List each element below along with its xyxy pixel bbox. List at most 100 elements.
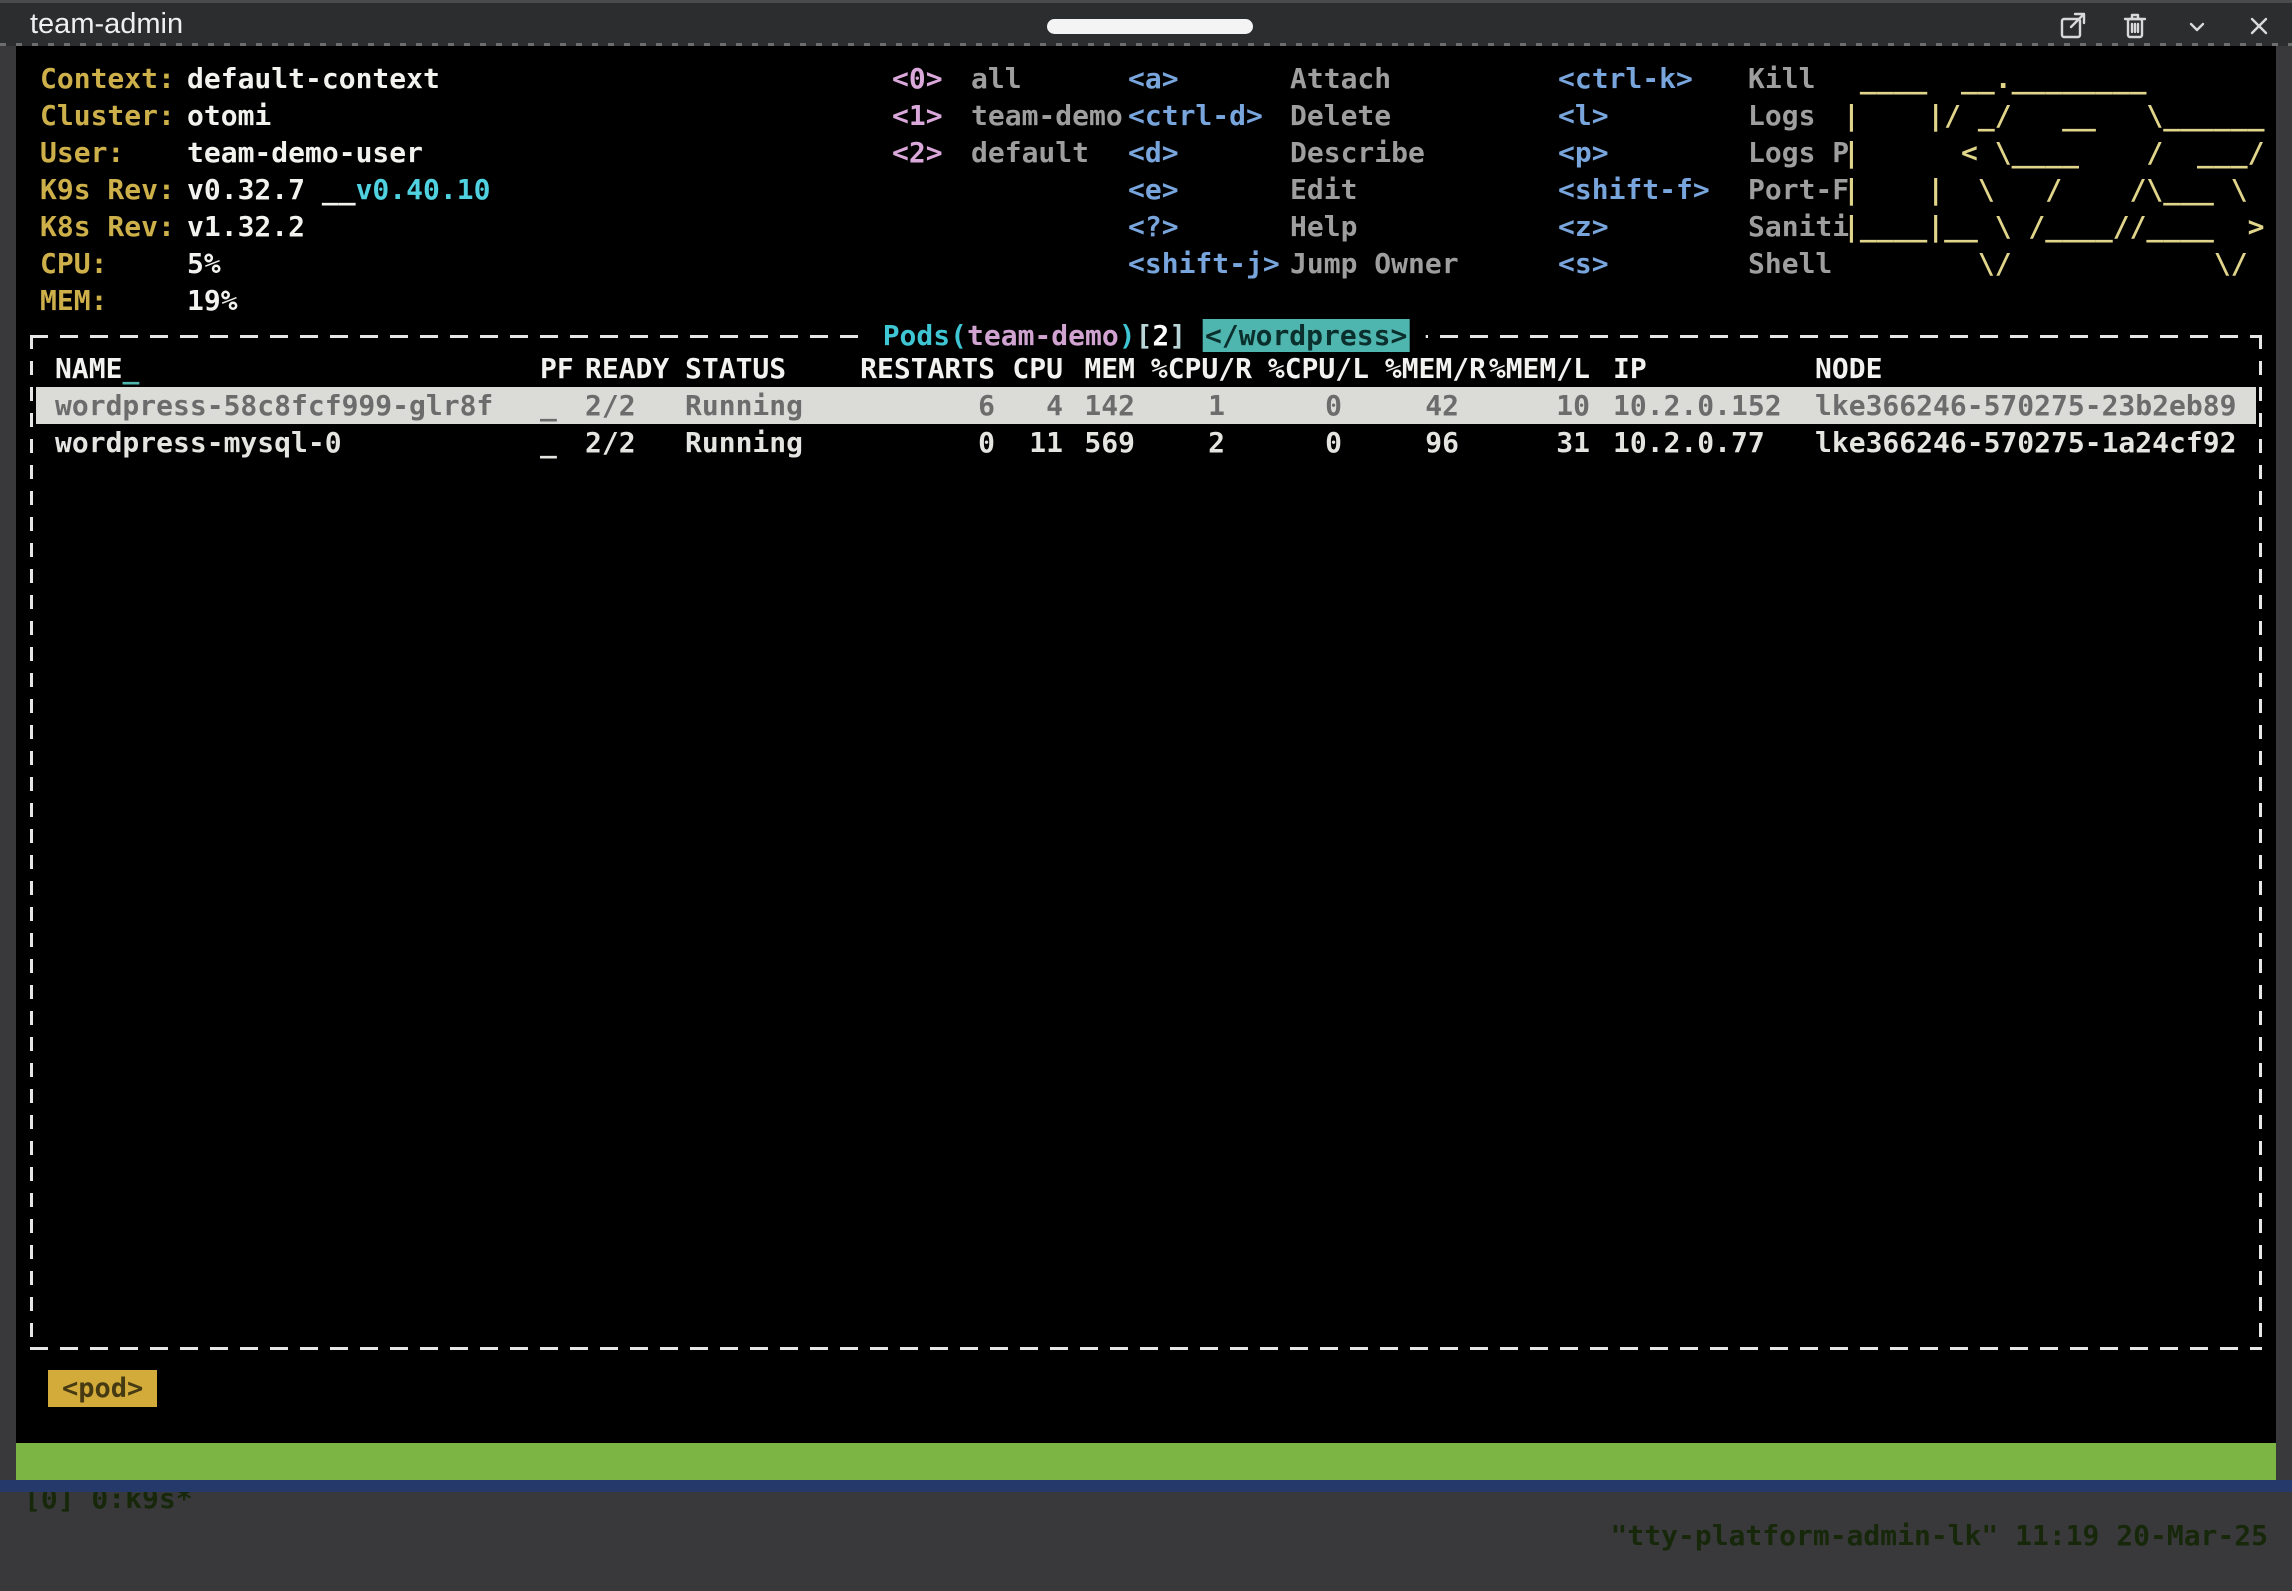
column-header-ready[interactable]: READY (585, 350, 685, 387)
trash-icon[interactable] (2118, 9, 2152, 43)
column-header-pf[interactable]: PF (540, 350, 585, 387)
pod-status: Running (685, 387, 845, 424)
cluster-info: Context:default-context Cluster:otomi Us… (40, 60, 490, 319)
window-titlebar[interactable]: team-admin (0, 0, 2292, 46)
close-icon[interactable] (2242, 9, 2276, 43)
hotkey-key: <p> (1558, 134, 1748, 171)
info-context: Context:default-context (40, 60, 490, 97)
hotkey-key: <ctrl-d> (1128, 97, 1290, 134)
table-header-row: NAME_ PF READY STATUS RESTARTS CPU MEM %… (36, 350, 2256, 387)
column-header-cpu[interactable]: CPU (995, 350, 1063, 387)
breadcrumb-pod: <pod> (48, 1370, 157, 1407)
column-header-cpu-r[interactable]: %CPU/R (1135, 350, 1252, 387)
pod-node: lke366246-570275-1a24cf92 (1815, 424, 2242, 461)
info-cluster: Cluster:otomi (40, 97, 490, 134)
hotkey-label: default (971, 136, 1089, 169)
hotkey-label: Edit (1290, 173, 1357, 206)
pod-ip: 10.2.0.152 (1590, 387, 1815, 424)
hotkey-label: Describe (1290, 136, 1425, 169)
pods-panel: Pods(team-demo)[2] </wordpress> NAME_ PF… (30, 335, 2262, 1350)
hotkey-label: Saniti (1748, 210, 1849, 243)
column-header-status[interactable]: STATUS (685, 350, 845, 387)
info-label: MEM: (40, 282, 187, 319)
info-mem: MEM:19% (40, 282, 490, 319)
column-header-restarts[interactable]: RESTARTS (845, 350, 995, 387)
hotkey-key: <0> (892, 60, 971, 97)
resource-name: Pods (883, 319, 950, 352)
pod-count: 2 (1152, 319, 1169, 352)
hotkey-logs-previous: <p>Logs P (1558, 134, 1849, 171)
info-label: K8s Rev: (40, 208, 187, 245)
pod-ready: 2/2 (585, 424, 685, 461)
info-label: Cluster: (40, 97, 187, 134)
pod-mem-l: 31 (1486, 424, 1590, 461)
info-cpu: CPU:5% (40, 245, 490, 282)
k9s-logo: ____ __.________ | |/ _/ __ \______ | < … (1843, 60, 2264, 282)
info-user: User:team-demo-user (40, 134, 490, 171)
action-hotkeys-1: <a>Attach <ctrl-d>Delete <d>Describe <e>… (1128, 60, 1459, 282)
pod-pf: _ (540, 424, 585, 461)
column-header-mem[interactable]: MEM (1063, 350, 1135, 387)
hotkey-kill: <ctrl-k>Kill (1558, 60, 1849, 97)
pod-ready: 2/2 (585, 387, 685, 424)
pod-status: Running (685, 424, 845, 461)
open-in-new-icon[interactable] (2056, 9, 2090, 43)
hotkey-edit: <e>Edit (1128, 171, 1459, 208)
paren-close: ) (1119, 319, 1136, 352)
bracket-close: ] (1169, 319, 1186, 352)
hotkey-label: Logs P (1748, 136, 1849, 169)
hotkey-key: <e> (1128, 171, 1290, 208)
bracket-open: [ (1136, 319, 1153, 352)
pod-cpu-l: 0 (1252, 387, 1369, 424)
column-header-mem-r[interactable]: %MEM/R (1369, 350, 1486, 387)
info-k8s-rev: K8s Rev:v1.32.2 (40, 208, 490, 245)
hotkey-label: Port-F (1748, 173, 1849, 206)
pod-pf: _ (540, 387, 585, 424)
hotkey-port-forward: <shift-f>Port-F (1558, 171, 1849, 208)
hotkey-describe: <d>Describe (1128, 134, 1459, 171)
sort-indicator: _ (122, 352, 139, 385)
info-value: v1.32.2 (187, 210, 305, 243)
desktop-edge (0, 1480, 2292, 1492)
column-header-mem-l[interactable]: %MEM/L (1486, 350, 1590, 387)
table-row[interactable]: wordpress-58c8fcf999-glr8f _ 2/2 Running… (36, 387, 2256, 424)
info-value: default-context (187, 62, 440, 95)
hotkey-label: Logs (1748, 99, 1815, 132)
info-label: User: (40, 134, 187, 171)
info-value: v0.32.7 (187, 173, 322, 206)
pod-ip: 10.2.0.77 (1590, 424, 1815, 461)
hotkey-help: <?>Help (1128, 208, 1459, 245)
hotkey-logs: <l>Logs (1558, 97, 1849, 134)
chevron-down-icon[interactable] (2180, 9, 2214, 43)
hotkey-attach: <a>Attach (1128, 60, 1459, 97)
namespace-name: team-demo (967, 319, 1119, 352)
hotkey-label: Help (1290, 210, 1357, 243)
filter-chip: </wordpress> (1203, 319, 1409, 352)
hotkey-ns-team-demo: <1>team-demo (892, 97, 1123, 134)
table-row[interactable]: wordpress-mysql-0 _ 2/2 Running 0 11 569… (36, 424, 2256, 461)
column-header-cpu-l[interactable]: %CPU/L (1252, 350, 1369, 387)
column-header-ip[interactable]: IP (1590, 350, 1815, 387)
drag-handle[interactable] (1047, 19, 1253, 34)
terminal[interactable]: Context:default-context Cluster:otomi Us… (16, 46, 2276, 1480)
hotkey-jump-owner: <shift-j>Jump Owner (1128, 245, 1459, 282)
hotkey-key: <a> (1128, 60, 1290, 97)
column-header-node[interactable]: NODE (1815, 350, 2242, 387)
pod-restarts: 6 (845, 387, 995, 424)
pod-mem-r: 96 (1369, 424, 1486, 461)
hotkey-key: <z> (1558, 208, 1748, 245)
hotkey-label: all (971, 62, 1022, 95)
hotkey-ns-all: <0>all (892, 60, 1123, 97)
panel-border-right (2259, 335, 2262, 1350)
panel-title: Pods(team-demo)[2] </wordpress> (867, 317, 1426, 354)
hotkey-key: <shift-j> (1128, 245, 1290, 282)
hotkey-key: <d> (1128, 134, 1290, 171)
column-header-name[interactable]: NAME_ (55, 350, 540, 387)
pod-name: wordpress-mysql-0 (55, 424, 540, 461)
pod-cpu-r: 2 (1135, 424, 1252, 461)
pod-cpu-l: 0 (1252, 424, 1369, 461)
tmux-host-datetime: "tty-platform-admin-lk" 11:19 20-Mar-25 (1611, 1517, 2268, 1554)
pod-node: lke366246-570275-23b2eb89 (1815, 387, 2242, 424)
hotkey-label: Delete (1290, 99, 1391, 132)
info-value: 19% (187, 284, 238, 317)
